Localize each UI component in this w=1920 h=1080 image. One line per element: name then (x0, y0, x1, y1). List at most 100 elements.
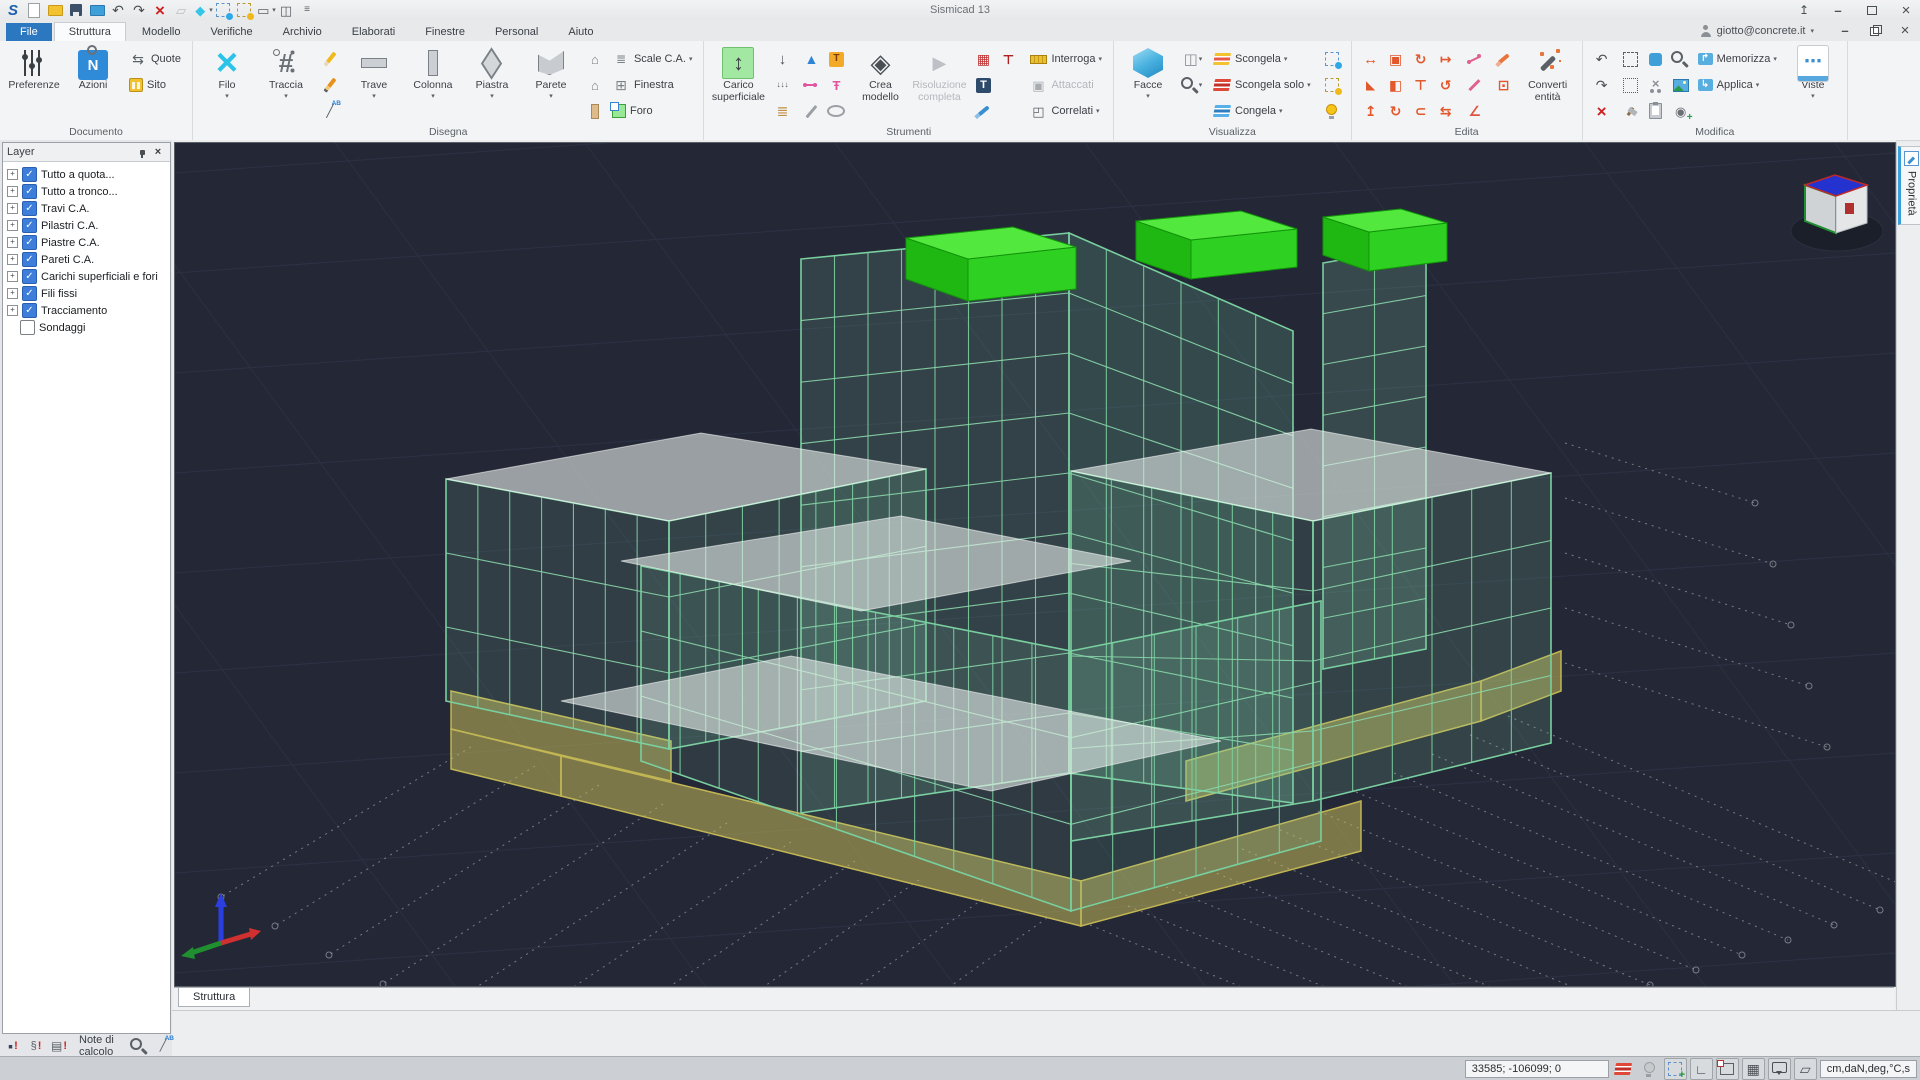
layer-piastre-c-a[interactable]: +✓Piastre C.A. (7, 234, 170, 251)
e-rot-button[interactable]: ↻ (1410, 48, 1432, 70)
layer-sondaggi[interactable]: Sondaggi (7, 319, 170, 336)
layer-checkbox[interactable]: ✓ (22, 252, 37, 267)
spline-ab-button[interactable] (319, 100, 341, 122)
ucsbox-toggle[interactable]: ▱ (1794, 1058, 1817, 1080)
delete-button[interactable]: × (1591, 100, 1613, 122)
e-order-button[interactable]: ↥ (1360, 100, 1382, 122)
brush-blue-button[interactable] (972, 100, 994, 122)
e-align-button[interactable]: ⊤ (1410, 74, 1432, 96)
viste-button[interactable]: Viste▾ (1784, 43, 1842, 125)
tri-blue-button[interactable]: ▲ (800, 48, 822, 70)
isolate-button[interactable]: ◆▾ (193, 2, 211, 18)
e-offset-button[interactable]: ⊂ (1410, 100, 1432, 122)
tab-aiuto[interactable]: Aiuto (554, 23, 607, 41)
tab-struttura[interactable]: Struttura (54, 22, 126, 41)
e-mirror-button[interactable]: ◧ (1385, 74, 1407, 96)
expand-icon[interactable]: + (7, 203, 18, 214)
parete-button[interactable]: Parete▾ (522, 43, 580, 125)
e-rotate-button[interactable]: ↺ (1435, 74, 1457, 96)
pin-icon[interactable] (134, 145, 150, 160)
open-blue-button[interactable] (88, 2, 106, 18)
zoomwin-button[interactable]: ▾ (1181, 74, 1203, 96)
facce-button[interactable]: Facce▾ (1119, 43, 1177, 125)
broom-button[interactable] (1620, 100, 1642, 122)
layer-carichi-superficiali-e-fori[interactable]: +✓Carichi superficiali e fori (7, 268, 170, 285)
ellipse-button[interactable] (825, 100, 847, 122)
layer-checkbox[interactable]: ✓ (22, 269, 37, 284)
crea-modello-button[interactable]: ◈Crea modello (851, 43, 909, 125)
layer-checkbox[interactable]: ✓ (22, 218, 37, 233)
layer-pareti-c-a[interactable]: +✓Pareti C.A. (7, 251, 170, 268)
nail-button[interactable] (800, 100, 822, 122)
viewbox-button[interactable]: ◫▾ (1181, 48, 1203, 70)
docrestore-button[interactable] (1866, 22, 1884, 40)
window-button[interactable]: ▭▾ (256, 2, 274, 18)
e-extend-button[interactable]: ⇆ (1435, 100, 1457, 122)
lay-red-toggle[interactable] (1612, 1058, 1635, 1080)
tab-finestre[interactable]: Finestre (411, 23, 479, 41)
delete-button[interactable]: × (151, 2, 169, 18)
warn-model-button[interactable] (4, 1037, 22, 1055)
expand-icon[interactable]: + (7, 271, 18, 282)
scale-c-a-button[interactable]: ≣Scale C.A.▾ (609, 48, 695, 70)
sito-button[interactable]: Sito (126, 76, 169, 94)
interroga-button[interactable]: Interroga▾ (1026, 48, 1105, 70)
paste-button[interactable]: ▱ (172, 2, 190, 18)
layer-checkbox[interactable]: ✓ (22, 167, 37, 182)
sel-show-button[interactable] (214, 2, 232, 18)
attaccati-button[interactable]: ▣Attaccati (1026, 74, 1096, 96)
carico-superficiale-button[interactable]: Carico superficiale (709, 43, 767, 125)
bluesq-button[interactable] (1645, 48, 1667, 70)
preferenze-button[interactable]: Preferenze (5, 43, 63, 125)
tab-file[interactable]: File (6, 23, 52, 41)
layer-checkbox[interactable]: ✓ (22, 184, 37, 199)
colonna-button[interactable]: Colonna▾ (404, 43, 462, 125)
layer-checkbox[interactable] (20, 320, 35, 335)
redo-button[interactable]: ↷ (1591, 74, 1613, 96)
undo-button[interactable]: ↶ (1591, 48, 1613, 70)
pin-top-button[interactable]: ↥ (1794, 2, 1814, 18)
maximize-button[interactable] (1862, 2, 1882, 18)
applica-button[interactable]: Applica▾ (1695, 77, 1763, 93)
rcorner-toggle[interactable] (1716, 1058, 1739, 1080)
e-spin-button[interactable]: ↻ (1385, 100, 1407, 122)
selrect-button[interactable] (1620, 48, 1642, 70)
image-button[interactable] (1670, 74, 1692, 96)
e-copy-button[interactable]: ▣ (1385, 48, 1407, 70)
bulb-button[interactable] (1321, 100, 1343, 122)
tab-archivio[interactable]: Archivio (269, 23, 336, 41)
lamp-toggle[interactable] (1638, 1058, 1661, 1080)
3d-viewport[interactable] (174, 142, 1896, 987)
layer-checkbox[interactable]: ✓ (22, 235, 37, 250)
seldots-button[interactable] (1620, 74, 1642, 96)
sel-hide-button[interactable] (235, 2, 253, 18)
app-logo-button[interactable] (4, 2, 22, 18)
layer-fili-fissi[interactable]: +✓Fili fissi (7, 285, 170, 302)
selshow-button[interactable] (1321, 48, 1343, 70)
clipboard-button[interactable] (1645, 100, 1667, 122)
docmin-button[interactable]: – (1836, 22, 1854, 40)
layer-tracciamento[interactable]: +✓Tracciamento (7, 302, 170, 319)
layer-checkbox[interactable]: ✓ (22, 286, 37, 301)
finestra-button[interactable]: ⊞Finestra (609, 74, 677, 96)
close-icon[interactable]: × (150, 145, 166, 160)
more-button[interactable]: ≡ (298, 2, 316, 18)
traccia-button[interactable]: Traccia▾ (257, 43, 315, 125)
scongela-solo-button[interactable]: Scongela solo▾ (1210, 74, 1314, 96)
magn-button[interactable] (131, 1037, 149, 1055)
layer-travi-c-a[interactable]: +✓Travi C.A. (7, 200, 170, 217)
trave-button[interactable]: Trave▾ (345, 43, 403, 125)
piastra-button[interactable]: Piastra▾ (463, 43, 521, 125)
e-nodes-button[interactable] (1464, 48, 1486, 70)
scongela-button[interactable]: Scongela▾ (1210, 48, 1290, 70)
addsel-toggle[interactable] (1664, 1058, 1687, 1080)
expand-icon[interactable]: + (7, 186, 18, 197)
layer-tutto-a-tronco[interactable]: +✓Tutto a tronco... (7, 183, 170, 200)
expand-icon[interactable]: + (7, 220, 18, 231)
expand-icon[interactable]: + (7, 254, 18, 265)
warn-pin-button[interactable] (27, 1037, 45, 1055)
layer-checkbox[interactable]: ✓ (22, 303, 37, 318)
correlati-button[interactable]: ◰Correlati▾ (1026, 100, 1102, 122)
converti-entit-button[interactable]: Converti entità (1519, 43, 1577, 125)
open-folder-button[interactable] (46, 2, 64, 18)
